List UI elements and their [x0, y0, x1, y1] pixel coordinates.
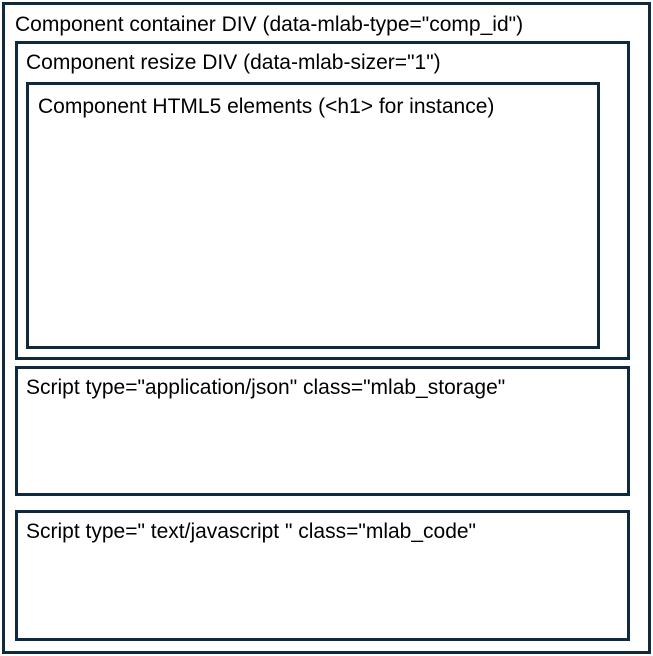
script-storage-label: Script type="application/json" class="ml…	[26, 376, 506, 399]
script-code-label: Script type=" text/javascript " class="m…	[26, 520, 477, 543]
component-elements-box	[26, 82, 600, 349]
component-elements-label: Component HTML5 elements (<h1> for insta…	[38, 95, 495, 118]
component-container-label: Component container DIV (data-mlab-type=…	[15, 13, 524, 36]
component-resize-label: Component resize DIV (data-mlab-sizer="1…	[26, 51, 441, 74]
